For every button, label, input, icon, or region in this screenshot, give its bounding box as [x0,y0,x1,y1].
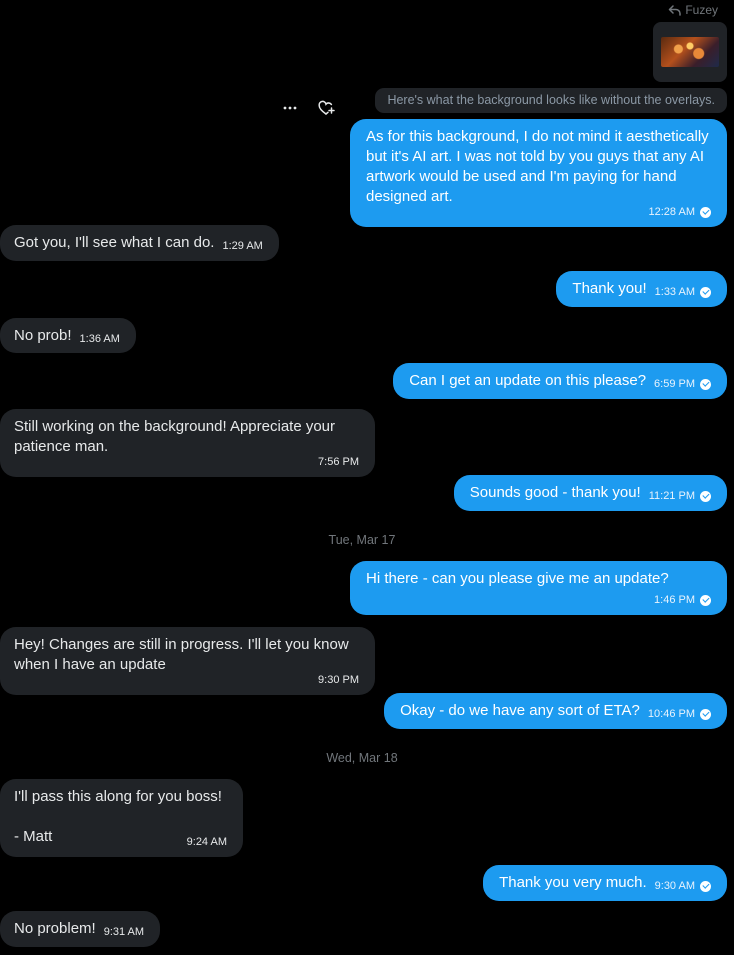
message-meta: 9:30 PM [14,673,359,687]
message-bubble-outgoing[interactable]: Sounds good - thank you! 11:21 PM [453,475,727,511]
message-text: Can I get an update on this please? [409,372,647,389]
message-meta: 6:59 PM [654,374,711,394]
sent-check-icon [700,206,711,218]
message-bubble-incoming[interactable]: No problem! 9:31 AM [0,911,161,947]
sent-check-icon [700,286,711,298]
message-text: As for this background, I do not mind it… [366,128,709,205]
message-meta: 9:30 AM [655,876,711,896]
sent-check-icon [700,378,711,390]
message-time: 9:24 AM [186,836,227,848]
message-bubble-incoming[interactable]: No prob! 1:36 AM [0,318,136,353]
message-time: 11:21 PM [648,490,695,502]
message-bubble-incoming[interactable]: Hey! Changes are still in progress. I'll… [0,627,375,695]
quoted-image-thumbnail[interactable] [653,22,727,82]
message-text: No problem! [14,920,96,937]
message-bubble-incoming[interactable]: I'll pass this along for you boss! - Mat… [0,779,243,857]
message-meta: 1:36 AM [80,329,120,349]
message-time: 9:31 AM [103,926,145,938]
message-meta: 12:28 AM [366,205,711,219]
message-bubble-outgoing[interactable]: Thank you! 1:33 AM [556,271,727,307]
message-text: Sounds good - thank you! [469,484,641,501]
message-meta: 11:21 PM [649,486,711,506]
message-time: 9:30 PM [318,674,359,686]
message-text: Got you, I'll see what I can do. [14,234,215,251]
message-meta: 1:33 AM [655,282,711,302]
message-bubble-outgoing[interactable]: Thank you very much. 9:30 AM [483,865,727,901]
reply-arrow-icon [669,4,682,16]
message-time: 1:36 AM [79,333,120,345]
message-time: 7:56 PM [318,456,359,468]
message-meta: 1:29 AM [222,236,262,256]
message-time: 10:46 PM [647,708,695,720]
message-bubble-incoming[interactable]: Got you, I'll see what I can do. 1:29 AM [0,225,279,261]
message-time: 9:30 AM [654,880,695,892]
message-text: Thank you very much. [499,874,647,891]
message-bubble-outgoing[interactable]: As for this background, I do not mind it… [350,119,727,227]
message-meta: 10:46 PM [648,704,711,724]
sent-check-icon [700,880,711,892]
message-time: 1:33 AM [654,286,695,298]
message-bubble-outgoing[interactable]: Okay - do we have any sort of ETA? 10:46 … [384,693,727,729]
message-meta: 9:31 AM [104,922,144,942]
message-bubble-outgoing[interactable]: Hi there - can you please give me an upd… [350,561,727,615]
message-text: Still working on the background! Appreci… [14,418,336,455]
date-separator: Wed, Mar 18 [326,751,398,765]
message-bubble-incoming[interactable]: Still working on the background! Appreci… [0,409,375,477]
message-time: 1:29 AM [222,240,263,252]
date-separator: Tue, Mar 17 [328,533,396,547]
more-options-icon[interactable] [282,100,298,119]
message-text: Okay - do we have any sort of ETA? [400,702,640,719]
sent-check-icon [700,490,711,502]
message-meta: 1:46 PM [366,593,711,607]
message-time: 6:59 PM [654,378,695,390]
message-meta: 7:56 PM [14,455,359,469]
message-text: No prob! [14,327,72,344]
message-time: 12:28 AM [648,206,695,218]
reply-to-name: Fuzey [685,3,718,17]
message-time: 1:46 PM [654,594,695,606]
reply-indicator: Fuzey [668,3,718,17]
message-text: Hi there - can you please give me an upd… [366,570,669,587]
message-text: Hey! Changes are still in progress. I'll… [14,636,349,673]
thumbnail-image [661,37,719,67]
message-bubble-outgoing[interactable]: Can I get an update on this please? 6:59 … [393,363,727,399]
message-text: Thank you! [572,280,647,297]
add-reaction-icon[interactable] [318,100,336,119]
sent-check-icon [700,708,711,720]
sent-check-icon [700,594,711,606]
quoted-message-preview[interactable]: Here's what the background looks like wi… [375,88,727,113]
